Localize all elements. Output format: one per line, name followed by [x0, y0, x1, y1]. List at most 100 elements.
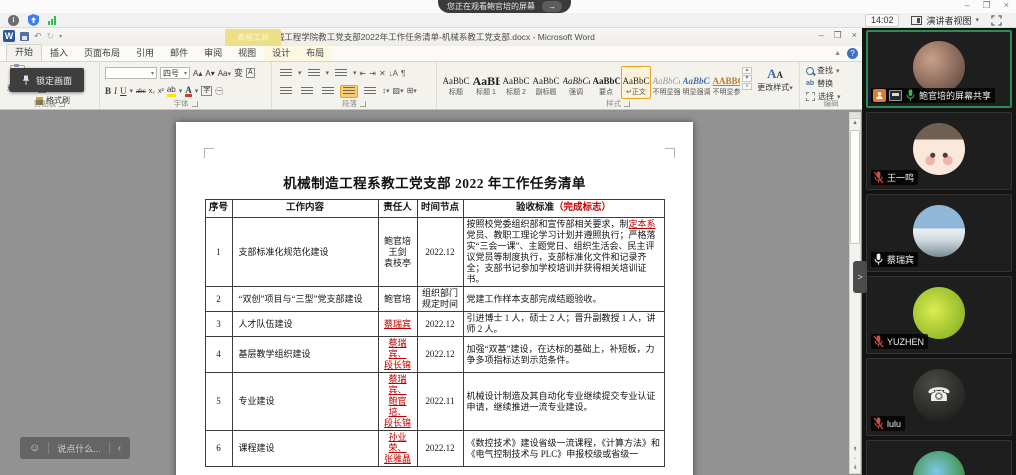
participant-tile-蔡瑞宾[interactable]: 蔡瑞宾 [866, 194, 1012, 272]
character-shading-button[interactable]: 字 [201, 86, 212, 96]
participant-tile[interactable] [866, 440, 1012, 475]
info-icon[interactable]: i [8, 15, 19, 26]
italic-button[interactable]: I [114, 86, 117, 96]
banner-arrow-button[interactable]: → [542, 1, 562, 12]
shading-button[interactable]: ▨▾ [393, 86, 404, 96]
view-mode-button[interactable]: 演讲者视图 ▾ [911, 14, 979, 27]
participant-tile-鲍官培的屏幕共享[interactable]: 鲍官培的屏幕共享 [866, 30, 1012, 108]
shrink-font-button[interactable]: A▾ [205, 69, 214, 78]
tab-页面布局[interactable]: 页面布局 [76, 46, 128, 61]
participant-tile-YUZHEN[interactable]: YUZHEN [866, 276, 1012, 354]
numbering-button[interactable] [305, 67, 323, 80]
shield-icon[interactable] [28, 14, 39, 26]
show-marks-button[interactable]: ¶ [401, 69, 405, 78]
change-case-button[interactable]: Aa▾ [218, 69, 231, 78]
replace-button[interactable]: ab替换 [802, 77, 860, 90]
vertical-scrollbar[interactable]: ▲ ↟ ◦ ↡ [849, 112, 861, 474]
line-spacing-button[interactable]: ↕▾ [382, 86, 390, 96]
superscript-button[interactable]: x² [158, 88, 164, 95]
previous-page-button[interactable]: ↟ [852, 447, 857, 453]
style-item-↵正文[interactable]: AaBbCcDd↵正文 [621, 66, 651, 99]
font-name-combobox[interactable]: ▾ [105, 67, 157, 79]
dialog-launcher-icon[interactable] [59, 101, 65, 107]
text-highlight-button[interactable]: ab [167, 86, 176, 97]
participant-tile-王一鸣[interactable]: 王一鸣 [866, 112, 1012, 190]
scroll-up-icon[interactable]: ▲ [852, 119, 858, 128]
grow-font-button[interactable]: A▴ [193, 69, 202, 78]
dialog-launcher-icon[interactable] [624, 101, 630, 107]
style-item-副标题[interactable]: AaBbC副标题 [531, 66, 561, 99]
enclose-characters-button[interactable]: ㊀ [215, 86, 223, 97]
style-item-标题 2[interactable]: AaBbC标题 2 [501, 66, 531, 99]
chat-placeholder[interactable]: 说点什么... [57, 442, 101, 455]
subscript-button[interactable]: x₂ [149, 88, 155, 95]
style-item-不明显强调[interactable]: AaBbCcDd不明显强调 [651, 66, 681, 99]
word-restore-button[interactable]: ❐ [834, 30, 842, 40]
font-color-button[interactable]: A [185, 86, 192, 97]
align-right-button[interactable] [319, 85, 337, 98]
style-name: 标题 1 [476, 88, 496, 97]
style-item-标题[interactable]: AaBbC标题 [441, 66, 471, 99]
find-button[interactable]: 查找▾ [802, 64, 860, 77]
increase-indent-button[interactable]: ⇥ [369, 69, 376, 78]
select-browse-object-button[interactable]: ◦ [854, 456, 856, 462]
font-size-combobox[interactable]: 四号▾ [160, 67, 190, 79]
align-center-button[interactable] [298, 85, 316, 98]
justify-button[interactable] [340, 85, 358, 98]
asian-layout-button[interactable]: ✕ [379, 69, 386, 78]
minimize-ribbon-icon[interactable]: ▲ [834, 50, 841, 57]
emoji-icon[interactable]: ☺ [29, 443, 40, 454]
tab-视图[interactable]: 视图 [230, 46, 264, 61]
app-close-button[interactable]: × [1004, 0, 1009, 11]
scrollbar-thumb[interactable] [850, 130, 860, 244]
distribute-button[interactable] [361, 85, 379, 98]
word-close-button[interactable]: × [852, 30, 857, 40]
style-item-强调[interactable]: AaBbCcDd强调 [561, 66, 591, 99]
style-item-要点[interactable]: AaBbCcDc要点 [591, 66, 621, 99]
style-item-不明显参考[interactable]: AABBCCDD不明显参考 [711, 66, 741, 99]
sidebar-collapse-handle[interactable]: > [853, 261, 867, 293]
decrease-indent-button[interactable]: ⇤ [360, 69, 367, 78]
phonetic-guide-button[interactable]: 变 [234, 68, 243, 78]
fullscreen-button[interactable] [991, 15, 1002, 26]
styles-gallery-scroll[interactable]: ▲▼≡ [741, 64, 753, 99]
strikethrough-button[interactable]: abc [136, 86, 146, 96]
table-row: 5专业建设蔡瑞宾、 鲍官培、 段长锦2022.11机械设计制造及其自动化专业继续… [205, 373, 664, 431]
underline-button[interactable]: U [120, 86, 127, 96]
sort-button[interactable]: ↓A [389, 69, 398, 78]
document-page[interactable]: 机械制造工程系教工党支部 2022 年工作任务清单 序号 工作内容 责任人 时间… [176, 122, 693, 475]
style-item-标题 1[interactable]: AaBĿ标题 1 [471, 66, 501, 99]
tab-引用[interactable]: 引用 [128, 46, 162, 61]
app-restore-button[interactable]: ❐ [983, 0, 991, 11]
bullets-button[interactable] [277, 67, 295, 80]
tab-审阅[interactable]: 审阅 [196, 46, 230, 61]
help-icon[interactable]: ? [847, 48, 858, 59]
chat-input-pill[interactable]: ☺ 说点什么... ‹ [20, 437, 130, 459]
tab-布局[interactable]: 布局 [298, 46, 332, 61]
save-icon[interactable] [20, 32, 29, 41]
next-page-button[interactable]: ↡ [852, 465, 857, 471]
undo-icon[interactable]: ↶ [34, 32, 42, 41]
word-minimize-button[interactable]: – [819, 30, 824, 40]
participant-tile-lulu[interactable]: ☎lulu [866, 358, 1012, 436]
document-area[interactable]: 机械制造工程系教工党支部 2022 年工作任务清单 序号 工作内容 责任人 时间… [0, 110, 862, 475]
change-styles-button[interactable]: AA 更改样式▾ [753, 64, 797, 99]
lock-screen-tooltip[interactable]: 锁定画面 [10, 68, 84, 92]
chat-collapse-icon[interactable]: ‹ [118, 443, 121, 454]
character-border-button[interactable]: A [246, 68, 255, 78]
dialog-launcher-icon[interactable] [360, 101, 366, 107]
tab-设计[interactable]: 设计 [264, 46, 298, 61]
borders-button[interactable]: ⊞▾ [407, 86, 417, 96]
dialog-launcher-icon[interactable] [192, 101, 198, 107]
style-item-明显强调[interactable]: AaBbCcDc明显强调 [681, 66, 711, 99]
tab-开始[interactable]: 开始 [6, 44, 42, 61]
align-left-button[interactable] [277, 85, 295, 98]
multilevel-list-button[interactable] [332, 67, 350, 80]
cell-owner: 蔡瑞宾、 段长锦 [378, 337, 417, 373]
app-minimize-button[interactable]: – [965, 0, 970, 11]
bold-button[interactable]: B [105, 86, 111, 96]
tab-插入[interactable]: 插入 [42, 46, 76, 61]
word-logo-icon[interactable]: W [3, 30, 15, 42]
tab-邮件[interactable]: 邮件 [162, 46, 196, 61]
redo-icon[interactable]: ↻ [47, 32, 55, 41]
